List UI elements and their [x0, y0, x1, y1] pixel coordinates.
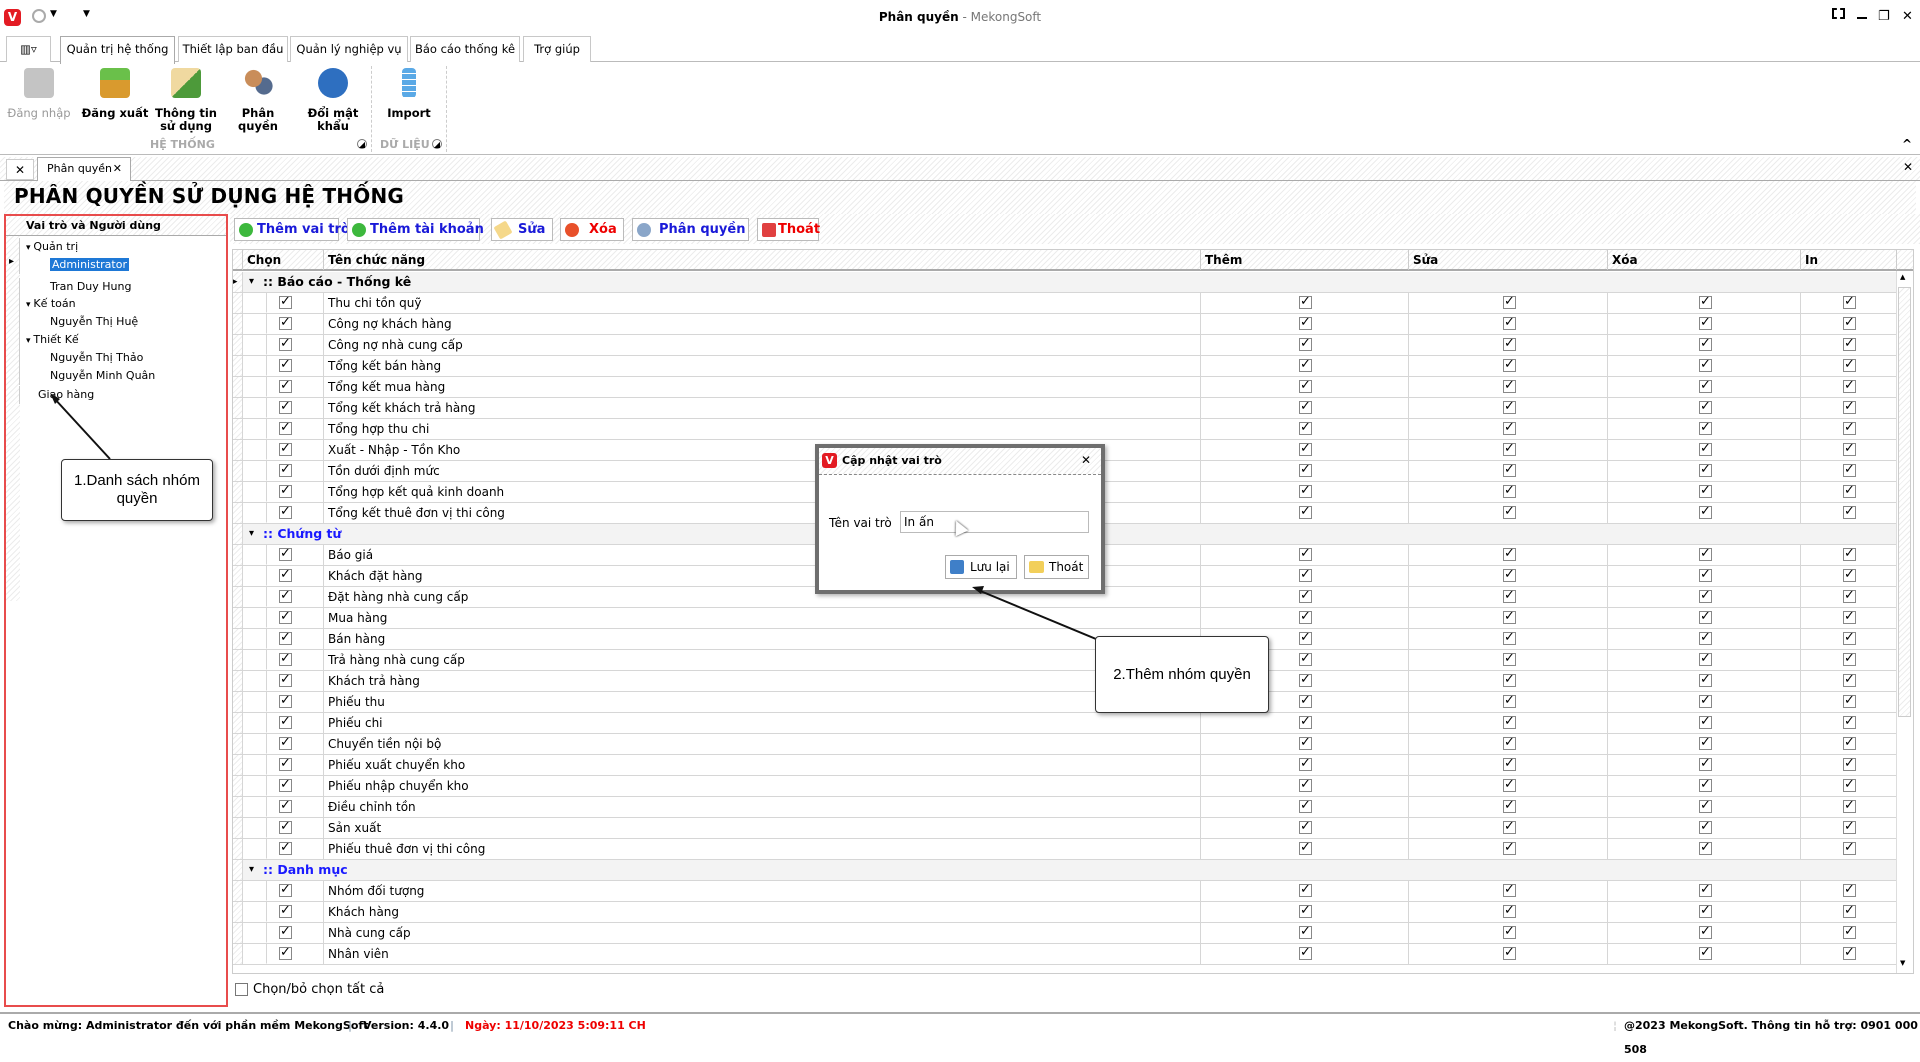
- tab-quan-tri-he-thong[interactable]: Quản trị hệ thống: [60, 36, 175, 64]
- status-date: Ngày: 11/10/2023 5:09:11 CH: [465, 1019, 646, 1032]
- callout-add-role: 2.Thêm nhóm quyền: [1095, 636, 1269, 713]
- arrow-1: [52, 396, 111, 460]
- status-welcome: Chào mừng: Administrator đến với phần mề…: [8, 1019, 369, 1032]
- callout-role-list: 1.Danh sách nhóm quyền: [61, 459, 213, 521]
- status-divider: ¦: [1613, 1019, 1618, 1032]
- annotation-arrows: [50, 393, 1097, 640]
- status-divider: |: [450, 1019, 455, 1032]
- status-copyright: @2023 MekongSoft. Thông tin hỗ trợ: 0901…: [1624, 1019, 1918, 1056]
- status-divider: |: [348, 1019, 353, 1032]
- arrow-2: [977, 589, 1097, 640]
- status-bar: Chào mừng: Administrator đến với phần mề…: [0, 1012, 1920, 1056]
- status-version: Version: 4.4.0: [363, 1019, 450, 1032]
